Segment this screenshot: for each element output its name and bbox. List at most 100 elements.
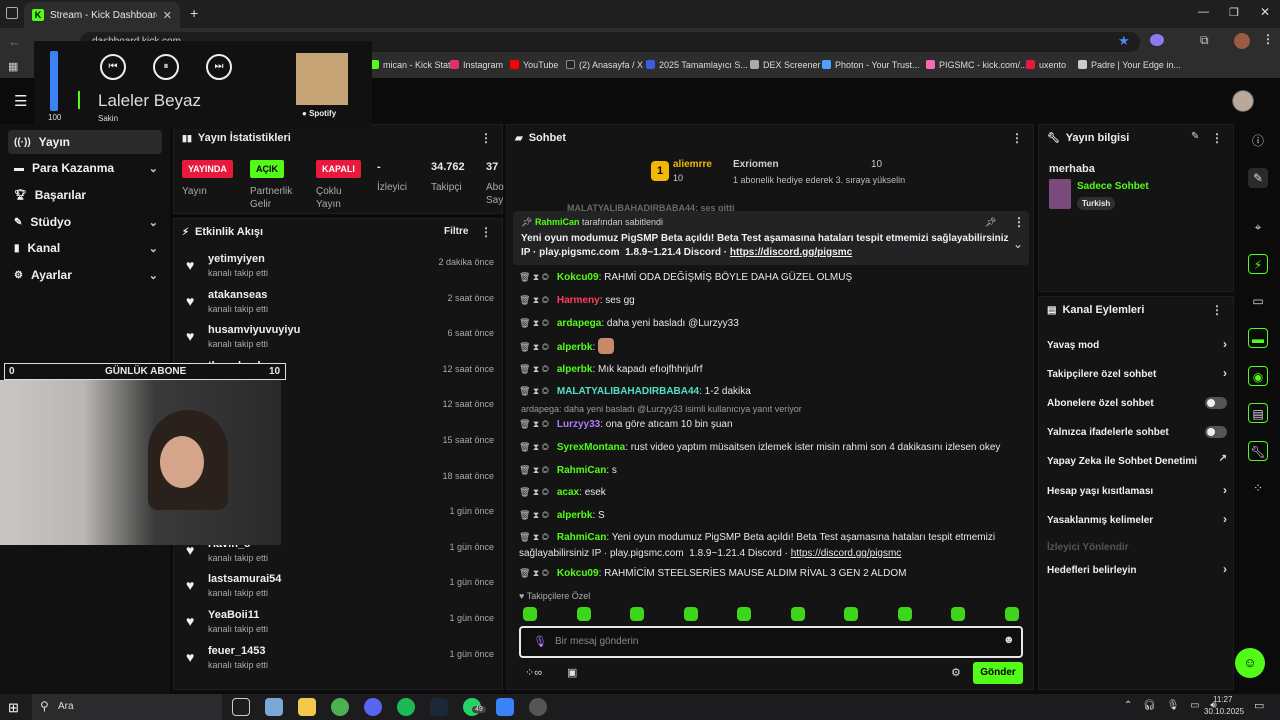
task-view-icon[interactable] <box>232 698 250 716</box>
activity-username[interactable]: YeaBoii11 <box>208 609 259 621</box>
chat-message[interactable]: 🗑︎ ⧗ ◎ RahmiCan: Yeni oyun modumuz PigSMP… <box>519 529 1019 562</box>
sidebar-item-basarilar[interactable]: 🏆︎ Başarılar <box>8 183 162 207</box>
chrome-icon[interactable] <box>331 698 349 716</box>
chat-username[interactable]: alperbk <box>557 364 593 375</box>
chat-username[interactable]: MALATYALIBAHADIRBABA44 <box>557 386 699 397</box>
channel-action-item[interactable]: Yavaş mod › <box>1047 335 1227 355</box>
chat-message[interactable]: 🗑︎ ⧗ ◎ acax: esek <box>519 484 1019 501</box>
chat-username[interactable]: RahmiCan <box>557 465 606 476</box>
clock-time[interactable]: 11:27 <box>1213 695 1232 704</box>
chat-message[interactable]: 🗑︎ ⧗ ◎ Harmeny: ses gg <box>519 292 1019 309</box>
tab-list-icon[interactable] <box>6 7 18 19</box>
activity-item[interactable]: ♥ atakanseas kanalı takip etti 2 saat önce <box>184 287 494 323</box>
more-options-icon[interactable]: ⋮ <box>480 131 492 145</box>
mic-icon[interactable]: 🎙︎ <box>533 635 547 648</box>
info-icon[interactable]: ⓘ <box>1248 131 1268 151</box>
more-options-icon[interactable]: ⋮ <box>480 225 492 239</box>
profile-avatar[interactable] <box>1234 33 1250 49</box>
close-tab-icon[interactable]: ✕ <box>163 9 172 22</box>
emote-icon[interactable] <box>630 607 644 621</box>
pinned-message[interactable]: 📌︎ RahmiCan tarafından sabitlendi Yeni o… <box>513 211 1029 265</box>
chat-message[interactable]: 🗑︎ ⧗ ◎ alperbk: Mık kapadı efıojfhhrjufrf <box>519 361 1019 378</box>
chat-message[interactable]: 🗑︎ ⧗ ◎ Kokcu09: RAHMİCİM STEELSERİES MAUS… <box>519 565 1019 582</box>
bookmark-item[interactable]: Instagram <box>450 60 503 70</box>
next-track-icon[interactable]: ⏭︎ <box>206 54 232 80</box>
chat-message[interactable]: 🗑︎ ⧗ ◎ Lurzyy33: ona göre atıcam 10 bin ş… <box>519 416 1019 433</box>
channel-action-item[interactable]: Abonelere özel sohbet <box>1047 393 1227 413</box>
chat-message[interactable]: 🗑︎ ⧗ ◎ alperbk: S <box>519 507 1019 524</box>
chat-username[interactable]: RahmiCan <box>557 532 606 543</box>
chat-username[interactable]: alperbk <box>557 510 593 521</box>
channel-action-item[interactable]: Hedefleri belirleyin › <box>1047 560 1227 580</box>
activity-item[interactable]: ♥ lastsamurai54 kanalı takip etti 1 gün önc… <box>184 571 494 607</box>
chat-username[interactable]: acax <box>557 487 579 498</box>
target-icon[interactable]: ⌖ <box>1248 217 1268 237</box>
emote-icon[interactable] <box>683 607 698 621</box>
bookmark-item[interactable]: (2) Anasayfa / X <box>566 60 643 70</box>
chat-username[interactable]: alperbk <box>557 342 593 353</box>
chevron-down-icon[interactable]: ⌄ <box>1013 237 1023 251</box>
emote-icon[interactable] <box>523 607 537 621</box>
gift-icon[interactable]: ▣ <box>567 666 577 679</box>
user-avatar[interactable] <box>1232 90 1254 112</box>
close-window-icon[interactable]: ✕ <box>1260 5 1270 19</box>
chat-username[interactable]: Lurzyy33 <box>557 419 600 430</box>
channel-action-item[interactable]: Yalnızca ifadelerle sohbet <box>1047 422 1227 442</box>
more-options-icon[interactable]: ⋮ <box>1211 131 1223 145</box>
activity-username[interactable]: lastsamurai54 <box>208 573 281 585</box>
chat-message[interactable]: 🗑︎ ⧗ ◎ MALATYALIBAHADIRBABA44: 1-2 dakika <box>519 383 1019 400</box>
chat-link[interactable]: https://discord.gg/pigsmc <box>791 548 902 559</box>
document-icon[interactable]: ▭ <box>1248 291 1268 311</box>
channel-action-item[interactable]: Yasaklanmış kelimeler › <box>1047 510 1227 530</box>
maximize-icon[interactable]: ❐ <box>1229 6 1239 19</box>
emote-icon[interactable] <box>576 607 591 621</box>
settings-gear-icon[interactable]: ⚙ <box>951 666 961 679</box>
file-explorer-icon[interactable] <box>298 698 316 716</box>
volume-bar[interactable] <box>50 51 58 111</box>
broadcast-rail-icon[interactable]: ◉ <box>1248 366 1268 386</box>
windows-start-icon[interactable]: ⊞ <box>8 700 19 716</box>
obs-icon[interactable] <box>529 698 547 716</box>
minimize-icon[interactable]: — <box>1198 6 1209 18</box>
channel-action-item[interactable]: Yapay Zeka ile Sohbet Denetimi ↗ <box>1047 451 1227 471</box>
bookmark-star-icon[interactable]: ★ <box>1118 33 1130 49</box>
bookmark-item[interactable]: mican - Kick Stat... <box>370 60 458 70</box>
bookmark-item[interactable]: DEX Screener <box>750 60 821 70</box>
activity-username[interactable]: atakanseas <box>208 289 267 301</box>
taskbar-search[interactable]: ⚲ Ara <box>32 694 222 720</box>
channel-action-item[interactable]: Hesap yaşı kısıtlaması › <box>1047 481 1227 501</box>
bookmark-item[interactable]: Padre | Your Edge in... <box>1078 60 1181 70</box>
chat-message[interactable]: 🗑︎ ⧗ ◎ SyrexMontana: rust video yaptım mü… <box>519 439 1019 456</box>
chat-username[interactable]: ardapega <box>557 318 601 329</box>
hamburger-menu-icon[interactable]: ☰ <box>14 92 27 110</box>
bookmark-item[interactable]: YouTube <box>510 60 558 70</box>
sidebar-item-para-kazanma[interactable]: ▬ Para Kazanma ⌄ <box>8 156 162 180</box>
activity-username[interactable]: yetimyiyen <box>208 253 265 265</box>
category-link[interactable]: Sadece Sohbet <box>1077 181 1149 192</box>
bookmark-item[interactable]: Photon - Your Trust... <box>822 60 920 70</box>
chat-tools-icon[interactable]: ⁘∞ <box>525 666 542 679</box>
toggle-switch[interactable] <box>1205 397 1227 409</box>
layers-rail-icon[interactable]: ▤ <box>1248 403 1268 423</box>
chat-rail-icon[interactable]: ▬ <box>1248 328 1268 348</box>
emote-icon[interactable] <box>737 607 751 621</box>
previous-track-icon[interactable]: ⏮︎ <box>100 54 126 80</box>
chat-message[interactable]: 🗑︎ ⧗ ◎ alperbk: <box>519 338 1019 356</box>
browser-menu-icon[interactable]: ⋮ <box>1262 32 1274 46</box>
pinned-link[interactable]: https://discord.gg/pigsmc <box>730 247 852 258</box>
pause-icon[interactable]: ⏸︎ <box>153 54 179 80</box>
notification-icon[interactable]: ▭ <box>1254 699 1264 712</box>
chat-username[interactable]: Kokcu09 <box>557 272 599 283</box>
emote-icon[interactable] <box>790 607 805 621</box>
steam-icon[interactable] <box>430 698 448 716</box>
edit-pencil-icon[interactable]: ✎ <box>1191 131 1199 142</box>
bookmark-item[interactable]: uxento <box>1026 60 1066 70</box>
activity-username[interactable]: feuer_1453 <box>208 645 266 657</box>
chat-input[interactable]: 🎙︎ Bir mesaj gönderin ☻ <box>519 626 1023 658</box>
bookmark-item[interactable]: 2025 Tamamlayıcı S... <box>646 60 748 70</box>
clock-date[interactable]: 30.10.2025 <box>1204 707 1244 716</box>
extensions-puzzle-icon[interactable]: ⧉ <box>1200 33 1209 48</box>
apps-grid-icon[interactable]: ▦ <box>8 60 18 73</box>
app-icon[interactable] <box>265 698 283 716</box>
activity-item[interactable]: ♥ YeaBoii11 kanalı takip etti 1 gün önce <box>184 607 494 643</box>
